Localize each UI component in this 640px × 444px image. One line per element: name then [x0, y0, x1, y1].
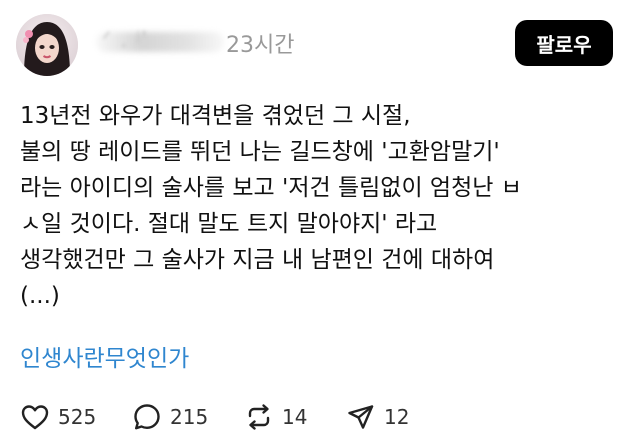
post-line: 불의 땅 레이드를 뛰던 나는 길드창에 '고환암말기': [20, 139, 500, 165]
like-button[interactable]: 525: [20, 400, 96, 434]
post-body: 13년전 와우가 대격변을 겪었던 그 시절, 불의 땅 레이드를 뛰던 나는 …: [20, 98, 630, 314]
follow-button[interactable]: 팔로우: [515, 20, 613, 66]
repost-button[interactable]: 14: [244, 400, 307, 434]
post-time: 23시간: [226, 33, 295, 58]
heart-icon: [21, 405, 49, 430]
repost-icon: [248, 404, 270, 430]
username-text: ᐟ . ʲ': [102, 28, 149, 53]
share-count: 12: [384, 405, 410, 429]
share-icon: [348, 405, 374, 429]
repost-count: 14: [282, 405, 308, 429]
share-button[interactable]: 12: [346, 400, 409, 434]
post-line: 라는 아이디의 술사를 보고 '저건 틀림없이 엄청난 ㅂ: [20, 175, 522, 201]
avatar[interactable]: [16, 14, 78, 76]
post-line: 13년전 와우가 대격변을 겪었던 그 시절,: [20, 103, 411, 129]
post-line: (...): [20, 283, 60, 309]
comment-count: 215: [170, 405, 209, 429]
comment-icon: [134, 404, 160, 430]
action-bar: 525 215 14 12: [20, 400, 620, 434]
comment-button[interactable]: 215: [132, 400, 208, 434]
hashtag-link[interactable]: 인생사란무엇인가: [20, 341, 189, 377]
like-count: 525: [58, 405, 97, 429]
post-line: 생각했건만 그 술사가 지금 내 남편인 건에 대하여: [20, 247, 495, 273]
post-card: ᐟ . ʲ' 23시간 팔로우 13년전 와우가 대격변을 겪었던 그 시절, …: [0, 0, 640, 444]
post-line: ㅅ일 것이다. 절대 말도 트지 말아야지' 라고: [20, 211, 438, 237]
username-blurred[interactable]: ᐟ . ʲ': [96, 28, 224, 54]
avatar-image: [16, 14, 78, 76]
